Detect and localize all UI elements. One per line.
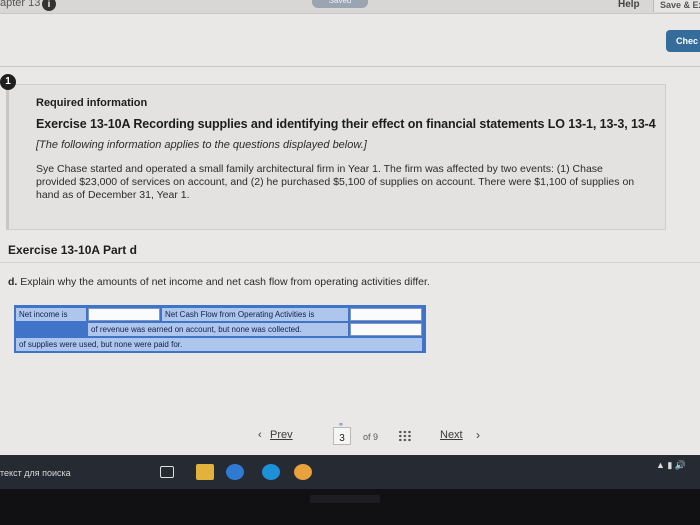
system-tray-icons[interactable]: ▲ ▮ 🔊 bbox=[656, 460, 686, 471]
required-information-card: Required information Exercise 13-10A Rec… bbox=[6, 84, 666, 230]
net-income-input[interactable] bbox=[88, 308, 160, 321]
net-cash-flow-label: Net Cash Flow from Operating Activities … bbox=[162, 308, 348, 321]
ie-browser-icon[interactable] bbox=[226, 464, 244, 480]
task-view-icon[interactable] bbox=[160, 466, 174, 478]
help-link[interactable]: Help bbox=[618, 0, 640, 10]
exercise-description: Sye Chase started and operated a small f… bbox=[36, 163, 635, 201]
save-exit-button[interactable]: Save & Ex bbox=[653, 0, 700, 12]
exercise-title: Exercise 13-10A Recording supplies and i… bbox=[36, 117, 656, 131]
taskbar-search-input[interactable]: текст для поиска bbox=[0, 468, 71, 478]
check-my-work-button[interactable]: Chec bbox=[666, 30, 700, 52]
next-button[interactable]: Next bbox=[440, 429, 463, 441]
grid-view-icon[interactable] bbox=[398, 430, 412, 442]
question-text: d. Explain why the amounts of net income… bbox=[8, 276, 430, 288]
chevron-left-icon: ‹ bbox=[258, 429, 262, 441]
answer-table: Net income is Net Cash Flow from Operati… bbox=[14, 305, 426, 353]
revenue-input[interactable] bbox=[350, 323, 422, 336]
file-explorer-icon[interactable] bbox=[196, 464, 214, 480]
supplies-label: of supplies were used, but none were pai… bbox=[16, 338, 422, 351]
page-count: of 9 bbox=[363, 432, 379, 442]
chevron-right-icon: › bbox=[476, 428, 480, 442]
taskbar: текст для поиска ▲ ▮ 🔊 bbox=[0, 455, 700, 489]
chapter-info-icon[interactable]: i bbox=[42, 0, 56, 11]
part-divider bbox=[0, 262, 700, 263]
bezel-logo bbox=[310, 495, 380, 503]
question-prefix: d. bbox=[8, 276, 18, 288]
chapter-label: apter 13 bbox=[0, 0, 41, 9]
screen: apter 13 i Saved Help Save & Ex Chec Req… bbox=[0, 0, 700, 455]
part-title: Exercise 13-10A Part d bbox=[8, 243, 137, 257]
top-bar: apter 13 i Saved Help Save & Ex bbox=[0, 0, 700, 14]
required-information-heading: Required information bbox=[36, 97, 148, 109]
laptop-bezel bbox=[0, 489, 700, 525]
chrome-browser-icon[interactable] bbox=[294, 464, 312, 480]
prev-button[interactable]: Prev bbox=[270, 429, 293, 441]
header-divider bbox=[0, 66, 700, 67]
question-body: Explain why the amounts of net income an… bbox=[20, 276, 430, 288]
exercise-note: [The following information applies to th… bbox=[36, 139, 367, 151]
edge-browser-icon[interactable] bbox=[262, 464, 280, 480]
saved-status-badge: Saved bbox=[312, 0, 368, 8]
revenue-label: of revenue was earned on account, but no… bbox=[88, 323, 348, 336]
question-number-badge: 1 bbox=[0, 74, 16, 90]
pagination: ‹ Prev ⚭ 3 of 9 Next › bbox=[0, 422, 700, 449]
net-income-label: Net income is bbox=[16, 308, 86, 321]
current-page-box[interactable]: 3 bbox=[333, 427, 351, 445]
net-cash-flow-input[interactable] bbox=[350, 308, 422, 321]
